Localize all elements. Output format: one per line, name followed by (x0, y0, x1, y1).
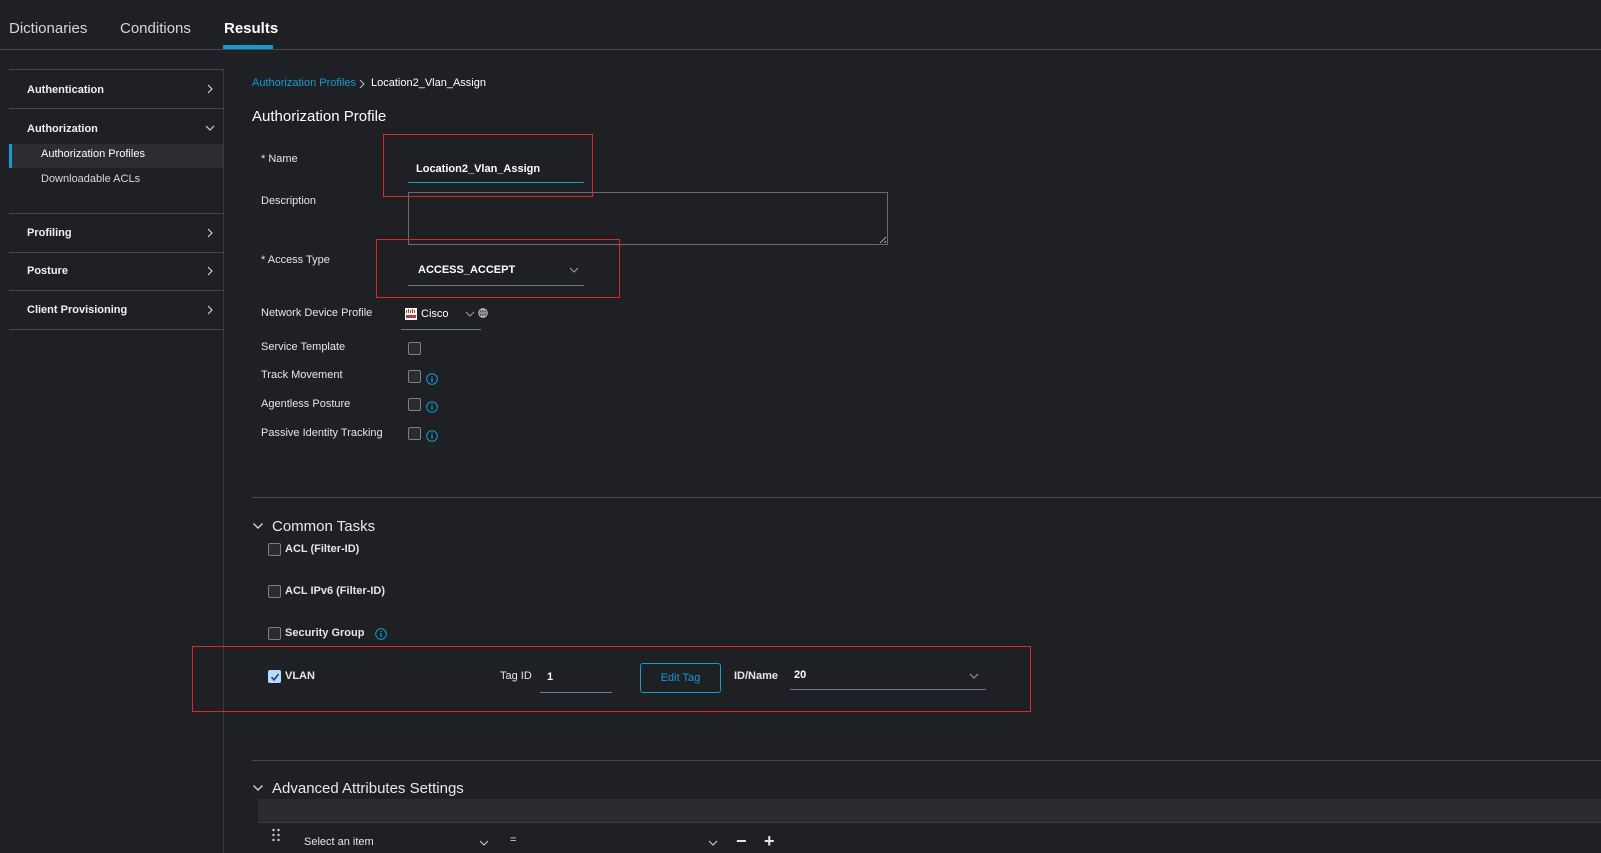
common-tasks-title[interactable]: Common Tasks (272, 518, 375, 535)
advanced-attributes-title[interactable]: Advanced Attributes Settings (272, 780, 464, 797)
chevron-down-icon[interactable] (252, 782, 264, 794)
agentless-posture-label: Agentless Posture (261, 398, 351, 410)
globe-icon[interactable] (478, 308, 488, 318)
drag-handle-icon[interactable] (271, 828, 281, 842)
sidebar-divider (9, 329, 223, 330)
track-movement-checkbox[interactable] (408, 370, 421, 383)
tag-id-input[interactable] (540, 662, 612, 693)
sidebar-item-profiling[interactable]: Profiling (27, 227, 72, 239)
chevron-right-icon[interactable] (205, 266, 215, 276)
add-attribute-button[interactable]: + (764, 832, 775, 850)
section-divider (252, 760, 1601, 761)
vlan-label: VLAN (285, 670, 315, 682)
chevron-down-icon[interactable] (252, 520, 264, 532)
vlan-id-name-value: 20 (794, 669, 807, 681)
tab-dictionaries[interactable]: Dictionaries (9, 20, 87, 37)
track-movement-label: Track Movement (261, 369, 343, 381)
sidebar-item-authorization[interactable]: Authorization (27, 123, 98, 135)
vlan-checkbox[interactable] (268, 670, 281, 683)
security-group-checkbox[interactable] (268, 627, 281, 640)
chevron-down-icon (569, 267, 579, 273)
service-template-checkbox[interactable] (408, 342, 421, 355)
tab-results[interactable]: Results (224, 20, 278, 37)
chevron-right-icon[interactable] (205, 228, 215, 238)
passive-identity-tracking-label: Passive Identity Tracking (261, 427, 383, 439)
tab-conditions[interactable]: Conditions (120, 20, 191, 37)
sidebar-divider (9, 290, 223, 291)
sidebar-item-client-provisioning[interactable]: Client Provisioning (27, 304, 127, 316)
sidebar-item-downloadable-acls[interactable]: Downloadable ACLs (41, 173, 140, 185)
acl-ipv6-checkbox[interactable] (268, 585, 281, 598)
acl-label: ACL (Filter-ID) (285, 543, 360, 555)
advanced-attribute-select[interactable]: Select an item (301, 832, 493, 853)
advanced-attribute-placeholder: Select an item (304, 836, 374, 848)
cisco-logo-icon (405, 308, 417, 320)
access-type-select[interactable]: ACCESS_ACCEPT (408, 258, 584, 286)
breadcrumb-parent-link[interactable]: Authorization Profiles (252, 77, 356, 89)
tag-id-label: Tag ID (500, 670, 532, 682)
breadcrumb-chevron-icon (359, 79, 365, 89)
sidebar-divider (9, 213, 223, 214)
agentless-posture-checkbox[interactable] (408, 398, 421, 411)
service-template-label: Service Template (261, 341, 346, 353)
chevron-down-icon (708, 840, 718, 846)
sidebar-item-posture[interactable]: Posture (27, 265, 68, 277)
sidebar-divider (9, 108, 223, 109)
sidebar-item-authorization-profiles[interactable]: Authorization Profiles (41, 148, 145, 160)
acl-ipv6-label: ACL IPv6 (Filter-ID) (285, 585, 386, 597)
network-device-profile-label: Network Device Profile (261, 307, 373, 319)
edit-tag-button[interactable]: Edit Tag (640, 663, 721, 693)
info-icon[interactable] (426, 373, 438, 385)
page-title: Authorization Profile (252, 108, 387, 125)
chevron-right-icon[interactable] (205, 305, 215, 315)
sidebar: Authentication Authorization Authorizati… (9, 69, 224, 853)
chevron-right-icon[interactable] (205, 84, 215, 94)
id-name-label: ID/Name (734, 670, 779, 682)
network-device-profile-value: Cisco (421, 308, 449, 320)
chevron-down-icon[interactable] (205, 123, 215, 133)
section-divider (252, 497, 1601, 498)
remove-attribute-button[interactable]: − (736, 832, 747, 850)
checkmark-icon (270, 673, 280, 682)
acl-checkbox[interactable] (268, 543, 281, 556)
breadcrumb-current: Location2_Vlan_Assign (371, 77, 486, 89)
advanced-value-select[interactable]: = (506, 832, 718, 853)
description-textarea[interactable] (408, 192, 888, 245)
advanced-attributes-header (258, 799, 1601, 823)
chevron-down-icon (465, 311, 475, 317)
active-tab-indicator (223, 45, 273, 49)
sidebar-item-authentication[interactable]: Authentication (27, 84, 104, 96)
operator-text: = (510, 834, 517, 846)
name-input[interactable] (408, 155, 584, 183)
network-device-profile-select[interactable]: Cisco (401, 303, 481, 330)
security-group-label: Security Group (285, 627, 365, 639)
top-nav: Dictionaries Conditions Results (0, 0, 1601, 50)
access-type-value: ACCESS_ACCEPT (418, 264, 516, 276)
description-label: Description (261, 195, 317, 207)
vlan-id-name-select[interactable]: 20 (790, 662, 986, 690)
name-label: * Name (261, 153, 298, 165)
chevron-down-icon (479, 840, 489, 846)
chevron-down-icon (969, 673, 979, 679)
sidebar-divider (9, 252, 223, 253)
info-icon[interactable] (426, 401, 438, 413)
passive-identity-tracking-checkbox[interactable] (408, 427, 421, 440)
access-type-label: * Access Type (261, 254, 330, 266)
info-icon[interactable] (426, 430, 438, 442)
info-icon[interactable] (375, 628, 387, 640)
